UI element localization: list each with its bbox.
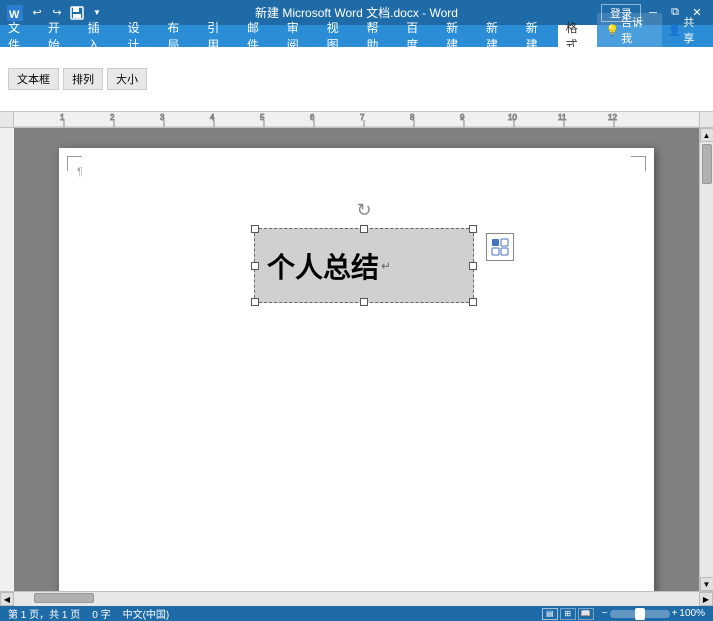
ruler-vertical [0,128,14,591]
document-canvas[interactable]: ¶ ↻ 个人总 [14,128,699,591]
zoom-in-button[interactable]: + [672,608,678,619]
handle-top-left[interactable] [251,225,259,233]
tab-new2[interactable]: 新建 [478,25,518,47]
tab-help[interactable]: 帮助 [358,25,398,47]
paragraph-mark: ¶ [77,166,83,178]
language: 中文(中国) [123,606,170,621]
web-layout-button[interactable]: ⊞ [560,608,576,620]
tab-home[interactable]: 开始 [40,25,80,47]
ribbon-content: 文本框 排列 大小 [0,47,713,112]
ruler-right-end [699,112,713,127]
format-btn-3[interactable]: 大小 [107,68,147,90]
ribbon-tabs: 文件 开始 插入 设计 布局 引用 邮件 审阅 视图 帮助 百度 新建 新建 新… [0,25,713,47]
document-page: ¶ ↻ 个人总 [59,148,654,591]
handle-bottom-left[interactable] [251,298,259,306]
tab-mailings[interactable]: 邮件 [239,25,279,47]
tab-design[interactable]: 设计 [119,25,159,47]
scroll-thumb-bottom[interactable] [34,593,94,603]
textbox-text: 个人总结 [267,246,379,286]
svg-text:10: 10 [508,113,517,122]
title-bar-title: 新建 Microsoft Word 文档.docx - Word [255,4,458,21]
ruler-horizontal: 1 2 3 4 5 6 7 8 9 10 11 12 [14,112,699,127]
bottom-area: ◀ ▶ 第 1 页，共 1 页 0 字 中文(中国) ▤ ⊞ 📖 − [0,591,713,621]
status-bar-right: ▤ ⊞ 📖 − + 100% [542,608,705,620]
page-corner-tr [631,156,646,171]
share-label: 共享 [683,14,705,46]
format-btn-2[interactable]: 排列 [63,68,103,90]
ruler-area: 1 2 3 4 5 6 7 8 9 10 11 12 [0,112,713,128]
handle-bottom-middle[interactable] [360,298,368,306]
svg-text:12: 12 [608,113,617,122]
handle-top-middle[interactable] [360,225,368,233]
svg-text:7: 7 [360,113,365,122]
page-info: 第 1 页，共 1 页 [8,606,80,621]
status-bar: 第 1 页，共 1 页 0 字 中文(中国) ▤ ⊞ 📖 − + 100% [0,606,713,621]
ruler-corner [0,112,14,127]
svg-text:11: 11 [558,113,567,122]
svg-text:9: 9 [460,113,465,122]
tab-baidu[interactable]: 百度 [398,25,438,47]
scroll-left-button[interactable]: ◀ [0,592,14,606]
rotate-handle[interactable]: ↻ [356,200,371,221]
tab-references[interactable]: 引用 [199,25,239,47]
doc-area-wrapper: ¶ ↻ 个人总 [0,128,713,591]
textbox[interactable]: 个人总结 ↵ [254,228,474,303]
word-count: 0 字 [92,606,110,621]
zoom-thumb[interactable] [635,608,645,620]
lightbulb-icon: 💡 [605,24,619,37]
enter-mark: ↵ [381,259,391,273]
format-btn-1[interactable]: 文本框 [8,68,59,90]
tab-view[interactable]: 视图 [319,25,359,47]
layout-options-button[interactable] [486,233,514,261]
read-mode-button[interactable]: 📖 [578,608,594,620]
svg-text:6: 6 [310,113,315,122]
tab-layout[interactable]: 布局 [159,25,199,47]
tell-me-box[interactable]: 💡 告诉我 [597,13,661,47]
scroll-track-right[interactable] [700,142,713,577]
share-button[interactable]: 👤 共享 [668,14,705,46]
scroll-up-button[interactable]: ▲ [700,128,713,142]
tab-new1[interactable]: 新建 [438,25,478,47]
handle-middle-right[interactable] [469,262,477,270]
svg-text:4: 4 [210,113,215,122]
view-buttons: ▤ ⊞ 📖 [542,608,594,620]
textbox-container[interactable]: ↻ 个人总结 ↵ [254,228,474,303]
zoom-out-button[interactable]: − [602,608,608,619]
svg-text:8: 8 [410,113,415,122]
handle-bottom-right[interactable] [469,298,477,306]
tell-me-label: 告诉我 [621,14,654,46]
svg-text:1: 1 [60,113,65,122]
tab-new3[interactable]: 新建 [518,25,558,47]
zoom-controls: − + 100% [602,608,705,619]
svg-text:3: 3 [160,113,165,122]
scrollbar-bottom[interactable]: ◀ ▶ [0,591,713,606]
svg-text:5: 5 [260,113,265,122]
zoom-slider[interactable] [610,610,670,618]
print-layout-button[interactable]: ▤ [542,608,558,620]
scroll-down-button[interactable]: ▼ [700,577,713,591]
person-icon: 👤 [668,24,682,37]
svg-text:2: 2 [110,113,115,122]
tab-insert[interactable]: 插入 [80,25,120,47]
scrollbar-right[interactable]: ▲ ▼ [699,128,713,591]
zoom-level: 100% [679,608,705,619]
handle-top-right[interactable] [469,225,477,233]
tab-format[interactable]: 格式 [558,25,598,47]
handle-middle-left[interactable] [251,262,259,270]
scroll-right-button[interactable]: ▶ [699,592,713,606]
tab-review[interactable]: 审阅 [279,25,319,47]
tab-file[interactable]: 文件 [0,25,40,47]
scroll-track-bottom[interactable] [14,592,699,606]
scroll-thumb-right[interactable] [702,144,712,184]
